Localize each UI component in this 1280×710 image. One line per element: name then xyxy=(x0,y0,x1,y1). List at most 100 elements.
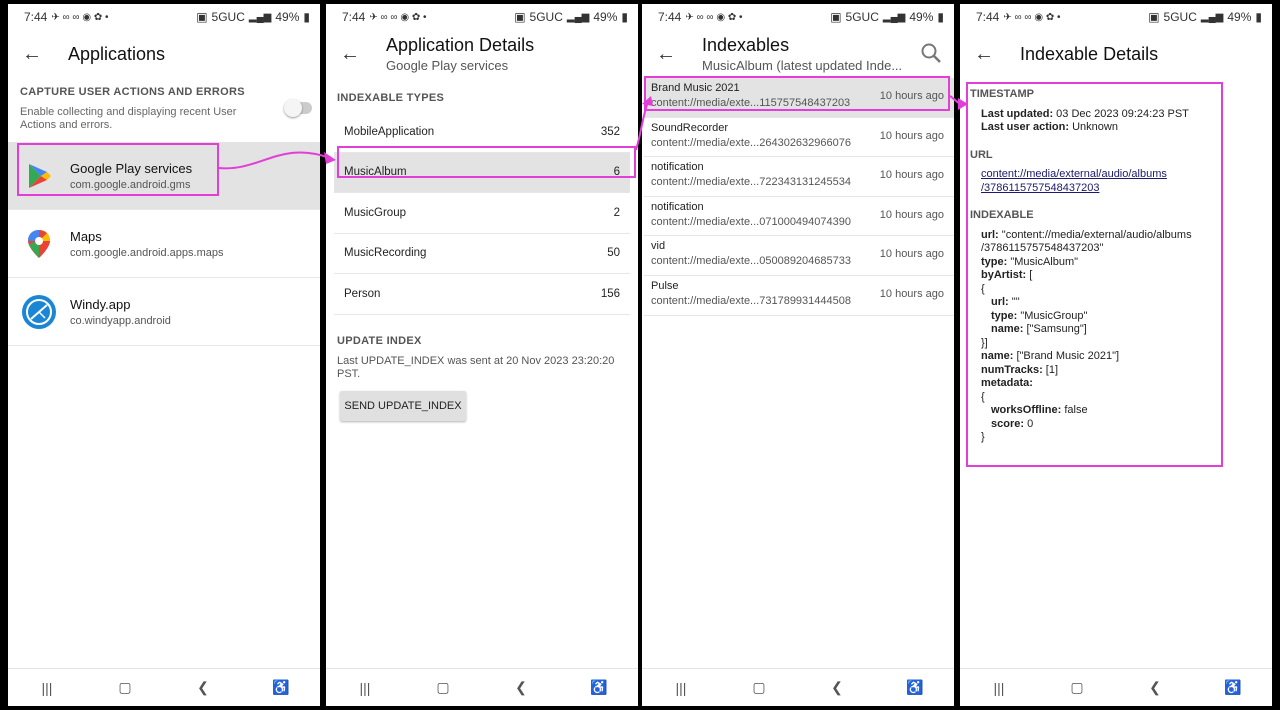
back-arrow-icon[interactable]: ← xyxy=(644,43,688,66)
type-row-musicalbum[interactable]: MusicAlbum 6 xyxy=(334,152,630,193)
indexable-time: 10 hours ago xyxy=(879,90,944,102)
recents-icon[interactable]: ||| xyxy=(27,680,67,696)
last-user-action: Last user action: Unknown xyxy=(981,121,1118,133)
status-bar: 7:44 ✈ ∞ ∞ ◉ ✿ • ▣ 5GUC ▂▄▆ 49% ▮ xyxy=(642,4,954,30)
type-row-musicrecording[interactable]: MusicRecording 50 xyxy=(334,234,630,274)
sim-icon: ▣ xyxy=(196,10,208,24)
nav-back-icon[interactable]: ❮ xyxy=(817,679,857,696)
indexable-heading: INDEXABLE xyxy=(970,209,1034,221)
navigation-bar: ||| ▢ ❮ ♿ xyxy=(960,668,1272,706)
indexable-time: 10 hours ago xyxy=(879,287,944,300)
page-title: Indexable Details xyxy=(1020,43,1159,64)
status-network: 5GUC xyxy=(529,10,563,24)
notification-icons: ✈ ∞ ∞ ◉ ✿ • xyxy=(1003,11,1061,23)
type-row-person[interactable]: Person 156 xyxy=(334,274,630,315)
type-count: 156 xyxy=(600,287,620,300)
status-network: 5GUC xyxy=(845,10,879,24)
google-play-services-icon xyxy=(20,157,58,195)
capture-description: Enable collecting and displaying recent … xyxy=(20,106,237,131)
type-count: 6 xyxy=(613,166,620,179)
status-battery: 49% xyxy=(593,10,618,24)
nav-back-icon[interactable]: ❮ xyxy=(501,679,541,696)
indexable-item[interactable]: vid content://media/exte...0500892046857… xyxy=(644,236,954,276)
battery-icon: ▮ xyxy=(621,10,628,24)
capture-setting[interactable]: CAPTURE USER ACTIONS AND ERRORS Enable c… xyxy=(8,78,320,142)
app-item-maps[interactable]: Maps com.google.android.apps.maps xyxy=(8,210,320,278)
battery-icon: ▮ xyxy=(303,10,310,24)
search-icon[interactable] xyxy=(920,42,942,64)
status-time: 7:44 xyxy=(342,10,366,24)
signal-icon: ▂▄▆ xyxy=(566,11,590,23)
recents-icon[interactable]: ||| xyxy=(979,680,1019,696)
back-arrow-icon[interactable]: ← xyxy=(10,43,54,66)
back-arrow-icon[interactable]: ← xyxy=(962,43,1006,66)
notification-icons: ✈ ∞ ∞ ◉ ✿ • xyxy=(685,11,743,23)
indexable-json: url: "content://media/external/audio/alb… xyxy=(981,228,1192,444)
indexable-url-link[interactable]: content://media/external/audio/albums/37… xyxy=(981,168,1167,194)
recents-icon[interactable]: ||| xyxy=(345,680,385,696)
app-bar: ← Indexable Details xyxy=(960,30,1272,78)
navigation-bar: ||| ▢ ❮ ♿ xyxy=(326,668,638,706)
status-bar: 7:44 ✈ ∞ ∞ ◉ ✿ • ▣ 5GUC ▂▄▆ 49% ▮ xyxy=(8,4,320,30)
last-updated: Last updated: 03 Dec 2023 09:24:23 PST xyxy=(981,107,1189,120)
type-count: 352 xyxy=(600,125,620,138)
status-battery: 49% xyxy=(909,10,934,24)
capture-toggle[interactable] xyxy=(284,99,312,117)
sim-icon: ▣ xyxy=(514,10,526,24)
type-count: 2 xyxy=(613,206,620,219)
update-index-text: Last UPDATE_INDEX was sent at 20 Nov 202… xyxy=(337,354,615,380)
home-icon[interactable]: ▢ xyxy=(739,679,779,696)
indexable-item[interactable]: notification content://media/exte...7223… xyxy=(644,157,954,197)
update-index-heading: UPDATE INDEX xyxy=(337,334,422,347)
signal-icon: ▂▄▆ xyxy=(882,11,906,23)
status-network: 5GUC xyxy=(1163,10,1197,24)
maps-icon xyxy=(20,225,58,263)
type-row-musicgroup[interactable]: MusicGroup 2 xyxy=(334,193,630,234)
type-name: MusicAlbum xyxy=(344,166,407,179)
app-item-windy[interactable]: Windy.app co.windyapp.android xyxy=(8,278,320,346)
timestamp-heading: TIMESTAMP xyxy=(970,88,1034,100)
page-subtitle: MusicAlbum (latest updated Inde... xyxy=(702,58,903,73)
send-update-index-button[interactable]: SEND UPDATE_INDEX xyxy=(340,390,466,421)
indexable-item[interactable]: SoundRecorder content://media/exte...264… xyxy=(644,118,954,158)
home-icon[interactable]: ▢ xyxy=(423,679,463,696)
status-bar: 7:44 ✈ ∞ ∞ ◉ ✿ • ▣ 5GUC ▂▄▆ 49% ▮ xyxy=(326,4,638,30)
app-package: com.google.android.gms xyxy=(70,178,191,191)
navigation-bar: ||| ▢ ❮ ♿ xyxy=(642,668,954,706)
indexable-item[interactable]: notification content://media/exte...0710… xyxy=(644,197,954,237)
indexable-item[interactable]: Brand Music 2021 content://media/exte...… xyxy=(644,78,954,118)
url-heading: URL xyxy=(970,148,993,161)
app-package: co.windyapp.android xyxy=(70,314,171,327)
home-icon[interactable]: ▢ xyxy=(105,679,145,696)
status-time: 7:44 xyxy=(24,10,48,24)
type-name: MusicRecording xyxy=(344,247,427,260)
nav-back-icon[interactable]: ❮ xyxy=(1135,679,1175,696)
indexable-time: 10 hours ago xyxy=(879,129,944,142)
type-name: MobileApplication xyxy=(344,125,435,138)
type-name: MusicGroup xyxy=(344,206,406,219)
accessibility-icon[interactable]: ♿ xyxy=(579,679,619,696)
back-arrow-icon[interactable]: ← xyxy=(328,43,372,66)
indexable-details: TIMESTAMP Last updated: 03 Dec 2023 09:2… xyxy=(970,88,1220,445)
home-icon[interactable]: ▢ xyxy=(1057,679,1097,696)
recents-icon[interactable]: ||| xyxy=(661,680,701,696)
status-network: 5GUC xyxy=(211,10,245,24)
app-name: Maps xyxy=(70,228,102,244)
accessibility-icon[interactable]: ♿ xyxy=(261,679,301,696)
applications-screen: 7:44 ✈ ∞ ∞ ◉ ✿ • ▣ 5GUC ▂▄▆ 49% ▮ ← Applicati… xyxy=(8,4,320,706)
app-package: com.google.android.apps.maps xyxy=(70,246,224,259)
indexable-types-heading: INDEXABLE TYPES xyxy=(337,92,445,104)
app-bar: ← Application Details Google Play servic… xyxy=(326,30,638,78)
indexable-time: 10 hours ago xyxy=(879,169,944,182)
battery-icon: ▮ xyxy=(937,10,944,24)
accessibility-icon[interactable]: ♿ xyxy=(895,679,935,696)
app-bar: ← Indexables MusicAlbum (latest updated … xyxy=(642,30,954,78)
app-item-google-play-services[interactable]: Google Play services com.google.android.… xyxy=(8,142,320,210)
indexables-screen: 7:44 ✈ ∞ ∞ ◉ ✿ • ▣ 5GUC ▂▄▆ 49% ▮ ← Indexable… xyxy=(642,4,954,706)
type-row-mobileapplication[interactable]: MobileApplication 352 xyxy=(334,112,630,153)
accessibility-icon[interactable]: ♿ xyxy=(1213,679,1253,696)
nav-back-icon[interactable]: ❮ xyxy=(183,679,223,696)
indexable-details-screen: 7:44 ✈ ∞ ∞ ◉ ✿ • ▣ 5GUC ▂▄▆ 49% ▮ ← Indexable… xyxy=(960,4,1272,706)
indexable-time: 10 hours ago xyxy=(879,208,944,221)
indexable-item[interactable]: Pulse content://media/exte...73178993144… xyxy=(644,276,954,316)
